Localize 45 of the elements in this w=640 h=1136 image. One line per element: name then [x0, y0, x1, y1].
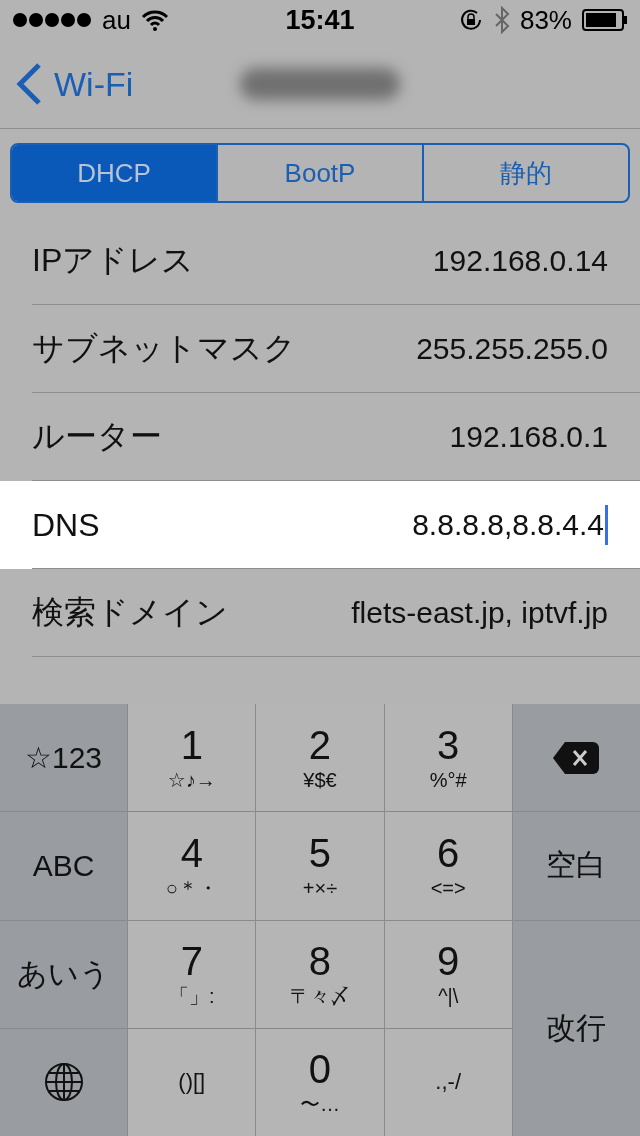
delete-icon	[553, 741, 600, 774]
globe-key[interactable]	[0, 1028, 128, 1136]
back-chevron-icon	[16, 63, 42, 105]
row-label: サブネットマスク	[32, 329, 296, 368]
signal-icon	[12, 12, 92, 28]
keyboard-key[interactable]: ()[]	[128, 1028, 256, 1136]
status-time: 15:41	[285, 4, 355, 36]
keyboard-key[interactable]: 4 ○＊・	[128, 812, 256, 920]
keyboard-key[interactable]: 7 「」:	[128, 920, 256, 1028]
row-value[interactable]: 8.8.8.8,8.8.4.4	[412, 505, 608, 545]
keyboard-key[interactable]: 6 <=>	[384, 812, 512, 920]
keyboard-key[interactable]: ABC	[0, 812, 128, 920]
battery-icon	[582, 9, 628, 31]
keyboard-key[interactable]: 1 ☆♪→	[128, 704, 256, 812]
row-label: DNS	[32, 506, 100, 544]
settings-row[interactable]: IPアドレス 192.168.0.14	[0, 217, 640, 305]
keyboard-key[interactable]: 5 +×÷	[256, 812, 384, 920]
segment-tab[interactable]: DHCP	[12, 145, 216, 201]
bluetooth-icon	[493, 6, 510, 34]
settings-row[interactable]: 検索ドメイン flets-east.jp, iptvf.jp	[0, 569, 640, 657]
return-key[interactable]: 改行	[512, 920, 640, 1136]
row-value: 192.168.0.1	[449, 420, 608, 454]
globe-icon	[43, 1062, 84, 1103]
carrier-name: au	[102, 4, 131, 36]
delete-key[interactable]	[512, 704, 640, 812]
row-label: ルーター	[32, 417, 162, 456]
keyboard-key[interactable]: あいう	[0, 920, 128, 1028]
keyboard-key[interactable]: 9 ^|\	[384, 920, 512, 1028]
keyboard-key[interactable]: 8 〒々〆	[256, 920, 384, 1028]
battery-percent: 83%	[519, 4, 572, 36]
row-label: IPアドレス	[32, 241, 195, 280]
row-value: flets-east.jp, iptvf.jp	[351, 596, 608, 630]
wifi-icon	[140, 9, 169, 31]
keyboard-key[interactable]: 3 %°#	[384, 704, 512, 812]
settings-row[interactable]: サブネットマスク 255.255.255.0	[0, 305, 640, 393]
keyboard-key[interactable]: 2 ¥$€	[256, 704, 384, 812]
keyboard-key[interactable]: .,-/	[384, 1028, 512, 1136]
keyboard-key[interactable]: ☆123	[0, 704, 128, 812]
settings-row[interactable]: ルーター 192.168.0.1	[0, 393, 640, 481]
keyboard-key[interactable]: 空白	[512, 812, 640, 920]
focused-row[interactable]: DNS 8.8.8.8,8.8.4.4	[0, 481, 640, 569]
keyboard-key[interactable]: 0 〜…	[256, 1028, 384, 1136]
row-label: 検索ドメイン	[32, 593, 228, 632]
row-value: 192.168.0.14	[432, 244, 608, 278]
row-value: 255.255.255.0	[416, 332, 608, 366]
